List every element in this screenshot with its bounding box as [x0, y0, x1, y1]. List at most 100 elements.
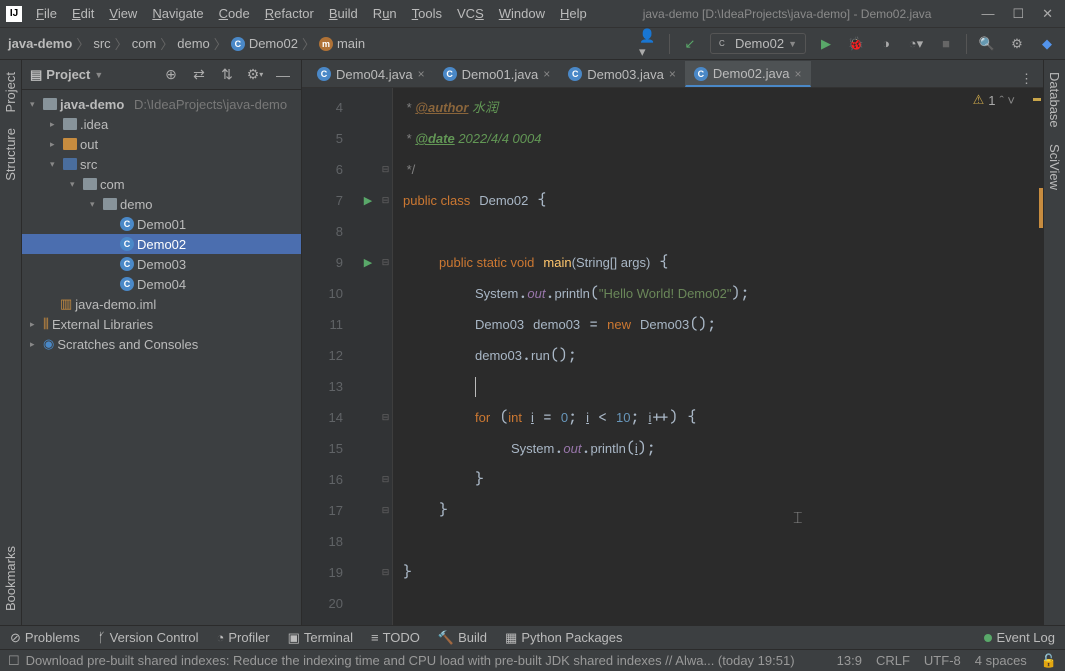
menu-view[interactable]: View	[103, 3, 143, 24]
panel-settings-icon[interactable]: ⚙ ▾	[245, 65, 265, 85]
run-button[interactable]: ▶	[816, 34, 836, 54]
tool-sciview[interactable]: SciView	[1045, 136, 1064, 198]
hide-panel-icon[interactable]: —	[273, 65, 293, 85]
settings-icon[interactable]: ⚙	[1007, 34, 1027, 54]
tool-terminal[interactable]: ▣Terminal	[288, 630, 353, 646]
tree-class-demo04[interactable]: C Demo04	[22, 274, 301, 294]
tree-demo[interactable]: ▾ demo	[22, 194, 301, 214]
breadcrumb-method[interactable]: main	[337, 36, 365, 51]
fold-end-icon[interactable]: ⊟	[379, 154, 392, 185]
tool-build[interactable]: 🔨Build	[438, 630, 487, 646]
fold-start-icon[interactable]: ⊟	[379, 185, 392, 216]
event-log[interactable]: Event Log	[984, 630, 1055, 645]
tool-python[interactable]: ▦Python Packages	[505, 630, 622, 646]
close-icon[interactable]: ×	[418, 67, 425, 81]
collapse-all-icon[interactable]: ⇅	[217, 65, 237, 85]
tree-scratches[interactable]: ▸◉ Scratches and Consoles	[22, 334, 301, 354]
tool-bookmarks[interactable]: Bookmarks	[1, 538, 20, 619]
close-button[interactable]: ✕	[1042, 6, 1053, 22]
tool-database[interactable]: Database	[1045, 64, 1064, 136]
editor-area: CDemo04.java× CDemo01.java× CDemo03.java…	[302, 60, 1043, 625]
tree-com[interactable]: ▾ com	[22, 174, 301, 194]
tree-class-demo02[interactable]: C Demo02	[22, 234, 301, 254]
tree-root[interactable]: ▾ java-demo D:\IdeaProjects\java-demo	[22, 94, 301, 114]
fold-start-icon[interactable]: ⊟	[379, 402, 392, 433]
run-line-marker[interactable]: ▶	[357, 185, 379, 216]
menu-vcs[interactable]: VCS	[451, 3, 490, 24]
code-editor[interactable]: 4567891011121314151617181920 ▶ ▶ ⊟⊟⊟⊟⊟⊟⊟…	[302, 88, 1043, 625]
build-icon[interactable]: ↙	[680, 34, 700, 54]
run-config-label: Demo02	[735, 36, 784, 51]
menu-build[interactable]: Build	[323, 3, 364, 24]
tool-vcs[interactable]: ᚶVersion Control	[98, 630, 199, 645]
menu-tools[interactable]: Tools	[406, 3, 448, 24]
search-icon[interactable]: 🔍	[977, 34, 997, 54]
breadcrumb-com[interactable]: com	[132, 36, 157, 51]
maximize-button[interactable]: ☐	[1012, 6, 1024, 22]
menu-navigate[interactable]: Navigate	[146, 3, 209, 24]
status-icon[interactable]: ☐	[8, 653, 20, 669]
tool-structure[interactable]: Structure	[1, 120, 20, 189]
panel-title[interactable]: ▤ Project ▼	[30, 67, 103, 83]
tool-problems[interactable]: ⊘Problems	[10, 630, 80, 646]
plugin-icon[interactable]: ◆	[1037, 34, 1057, 54]
close-icon[interactable]: ×	[794, 67, 801, 81]
close-icon[interactable]: ×	[543, 67, 550, 81]
status-message[interactable]: Download pre-built shared indexes: Reduc…	[26, 653, 837, 668]
tool-project[interactable]: Project	[1, 64, 20, 120]
line-separator[interactable]: CRLF	[876, 653, 910, 669]
breadcrumb-demo[interactable]: demo	[177, 36, 210, 51]
menu-run[interactable]: Run	[367, 3, 403, 24]
error-stripe[interactable]	[1031, 88, 1043, 625]
breadcrumb-class[interactable]: Demo02	[249, 36, 298, 51]
expand-all-icon[interactable]: ⇄	[189, 65, 209, 85]
tree-iml[interactable]: ▥ java-demo.iml	[22, 294, 301, 314]
tab-demo03[interactable]: CDemo03.java×	[559, 61, 685, 87]
stop-button[interactable]: ■	[936, 34, 956, 54]
add-user-icon[interactable]: 👤▾	[639, 34, 659, 54]
class-icon: C	[120, 217, 134, 231]
code-content[interactable]: * @author 水润 * @date 2022/4/4 0004 */ pu…	[393, 88, 1043, 625]
run-config-selector[interactable]: C Demo02 ▼	[710, 33, 806, 54]
folder-icon	[63, 138, 77, 150]
menu-code[interactable]: Code	[213, 3, 256, 24]
menu-window[interactable]: Window	[493, 3, 551, 24]
breadcrumb-src[interactable]: src	[93, 36, 110, 51]
select-opened-icon[interactable]: ⊕	[161, 65, 181, 85]
tab-demo01[interactable]: CDemo01.java×	[434, 61, 560, 87]
terminal-icon: ▣	[288, 630, 300, 646]
tab-demo04[interactable]: CDemo04.java×	[308, 61, 434, 87]
tab-demo02[interactable]: CDemo02.java×	[685, 61, 811, 87]
tool-todo[interactable]: ≡TODO	[371, 630, 420, 645]
tree-class-demo03[interactable]: C Demo03	[22, 254, 301, 274]
fold-start-icon[interactable]: ⊟	[379, 247, 392, 278]
tree-class-demo01[interactable]: C Demo01	[22, 214, 301, 234]
tabs-more-icon[interactable]: ⋮	[1010, 71, 1043, 87]
file-encoding[interactable]: UTF-8	[924, 653, 961, 669]
fold-end-icon[interactable]: ⊟	[379, 495, 392, 526]
menu-file[interactable]: File	[30, 3, 63, 24]
menu-help[interactable]: Help	[554, 3, 593, 24]
caret-position[interactable]: 13:9	[837, 653, 862, 669]
navigation-bar: java-demo 〉src 〉com 〉demo 〉CDemo02 〉mmai…	[0, 28, 1065, 60]
coverage-button[interactable]: ◑	[876, 34, 896, 54]
fold-end-icon[interactable]: ⊟	[379, 557, 392, 588]
indent-setting[interactable]: 4 spaces	[975, 653, 1027, 669]
fold-end-icon[interactable]: ⊟	[379, 464, 392, 495]
inspection-widget[interactable]: ⚠1 ˆ ˅	[973, 92, 1015, 108]
tree-idea[interactable]: ▸ .idea	[22, 114, 301, 134]
minimize-button[interactable]: —	[981, 6, 994, 22]
menu-refactor[interactable]: Refactor	[259, 3, 320, 24]
close-icon[interactable]: ×	[669, 67, 676, 81]
debug-button[interactable]: 🐞	[846, 34, 866, 54]
readonly-icon[interactable]: 🔓	[1041, 653, 1057, 669]
tree-src[interactable]: ▾ src	[22, 154, 301, 174]
profile-button[interactable]: ◔▾	[906, 34, 926, 54]
tree-external-libs[interactable]: ▸⫼ External Libraries	[22, 314, 301, 334]
text-cursor	[475, 377, 476, 397]
tree-out[interactable]: ▸ out	[22, 134, 301, 154]
tool-profiler[interactable]: ◔Profiler	[217, 630, 270, 645]
breadcrumb-project[interactable]: java-demo	[8, 36, 72, 51]
menu-edit[interactable]: Edit	[66, 3, 100, 24]
run-line-marker[interactable]: ▶	[357, 247, 379, 278]
